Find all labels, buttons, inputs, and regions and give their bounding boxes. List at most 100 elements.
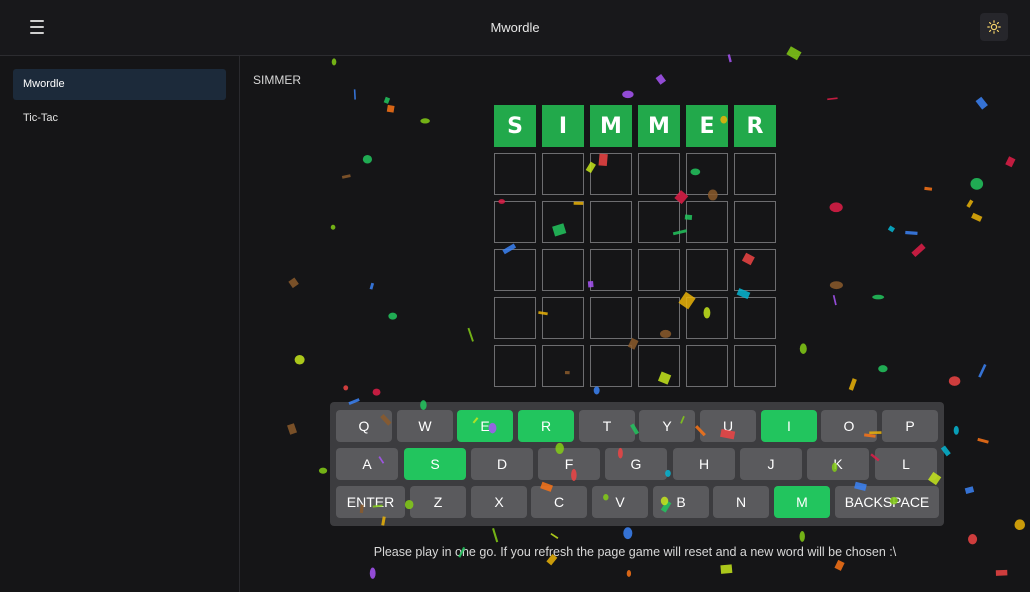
key-d[interactable]: D (471, 448, 533, 480)
confetti-piece (593, 386, 600, 395)
key-h[interactable]: H (673, 448, 735, 480)
key-e[interactable]: E (457, 410, 513, 442)
confetti-piece (911, 243, 926, 258)
confetti-piece (331, 58, 337, 66)
grid-cell (542, 345, 584, 387)
grid-cell (734, 249, 776, 291)
key-c[interactable]: C (531, 486, 587, 518)
key-u[interactable]: U (700, 410, 756, 442)
key-p[interactable]: P (882, 410, 938, 442)
grid-cell (734, 153, 776, 195)
key-q[interactable]: Q (336, 410, 392, 442)
grid-cell (542, 153, 584, 195)
key-o[interactable]: O (821, 410, 877, 442)
key-m[interactable]: M (774, 486, 830, 518)
key-g[interactable]: G (605, 448, 667, 480)
confetti-piece (386, 104, 395, 113)
key-r[interactable]: R (518, 410, 574, 442)
grid-cell (638, 153, 680, 195)
confetti-piece (975, 96, 988, 110)
key-s[interactable]: S (404, 448, 466, 480)
confetti-piece (369, 282, 375, 290)
grid-cell (686, 153, 728, 195)
confetti-piece (369, 567, 376, 579)
key-enter[interactable]: ENTER (336, 486, 405, 518)
grid-cell (590, 345, 632, 387)
confetti-piece (905, 230, 918, 235)
confetti-piece (995, 569, 1008, 576)
grid-cell (542, 297, 584, 339)
confetti-piece (953, 425, 959, 435)
grid-cell (734, 345, 776, 387)
grid-cell: M (638, 105, 680, 147)
grid-cell: I (542, 105, 584, 147)
confetti-piece (330, 224, 336, 230)
grid-cell (590, 249, 632, 291)
confetti-piece (467, 327, 474, 342)
grid-cell: S (494, 105, 536, 147)
key-f[interactable]: F (538, 448, 600, 480)
grid-cell (494, 345, 536, 387)
grid-cell (686, 297, 728, 339)
confetti-piece (288, 277, 299, 289)
confetti-piece (383, 96, 391, 104)
key-y[interactable]: Y (639, 410, 695, 442)
confetti-piece (1014, 519, 1026, 531)
key-i[interactable]: I (761, 410, 817, 442)
confetti-piece (878, 365, 888, 373)
theme-toggle-button[interactable] (980, 13, 1008, 41)
key-x[interactable]: X (471, 486, 527, 518)
key-t[interactable]: T (579, 410, 635, 442)
confetti-piece (287, 423, 298, 435)
key-l[interactable]: L (875, 448, 937, 480)
confetti-piece (388, 312, 398, 320)
grid-cell (686, 201, 728, 243)
grid-cell (542, 201, 584, 243)
key-z[interactable]: Z (410, 486, 466, 518)
sidebar-item-mwordle[interactable]: Mwordle (13, 69, 226, 100)
grid-cell: E (686, 105, 728, 147)
grid-cell (590, 297, 632, 339)
confetti-piece (872, 294, 885, 300)
grid-cell (590, 153, 632, 195)
confetti-piece (1005, 156, 1016, 168)
instructions-note: Please play in one go. If you refresh th… (373, 545, 897, 559)
key-k[interactable]: K (807, 448, 869, 480)
confetti-piece (294, 354, 305, 365)
confetti-piece (970, 178, 984, 190)
grid-cell (638, 345, 680, 387)
confetti-piece (977, 437, 989, 444)
confetti-piece (829, 202, 843, 213)
confetti-piece (827, 97, 838, 101)
grid-cell (494, 297, 536, 339)
grid-cell (494, 249, 536, 291)
grid-cell: M (590, 105, 632, 147)
confetti-piece (948, 376, 961, 386)
confetti-piece (341, 174, 351, 179)
sidebar-item-tic-tac[interactable]: Tic-Tac (13, 103, 226, 134)
confetti-piece (832, 294, 837, 306)
confetti-piece (343, 385, 349, 391)
grid-cell (590, 201, 632, 243)
confetti-piece (550, 533, 559, 539)
grid-cell (686, 345, 728, 387)
confetti-piece (964, 486, 975, 494)
confetti-piece (622, 90, 634, 99)
key-b[interactable]: B (653, 486, 709, 518)
grid-cell (638, 297, 680, 339)
key-backspace[interactable]: BACKSPACE (835, 486, 939, 518)
key-j[interactable]: J (740, 448, 802, 480)
confetti-piece (924, 186, 933, 191)
confetti-piece (420, 118, 430, 124)
key-n[interactable]: N (713, 486, 769, 518)
confetti-piece (492, 527, 499, 543)
key-v[interactable]: V (592, 486, 648, 518)
confetti-piece (799, 530, 805, 542)
grid-cell (734, 297, 776, 339)
key-w[interactable]: W (397, 410, 453, 442)
key-a[interactable]: A (336, 448, 398, 480)
top-bar: Mwordle (0, 0, 1030, 56)
grid-cell (542, 249, 584, 291)
confetti-piece (799, 343, 807, 354)
confetti-piece (362, 154, 373, 164)
